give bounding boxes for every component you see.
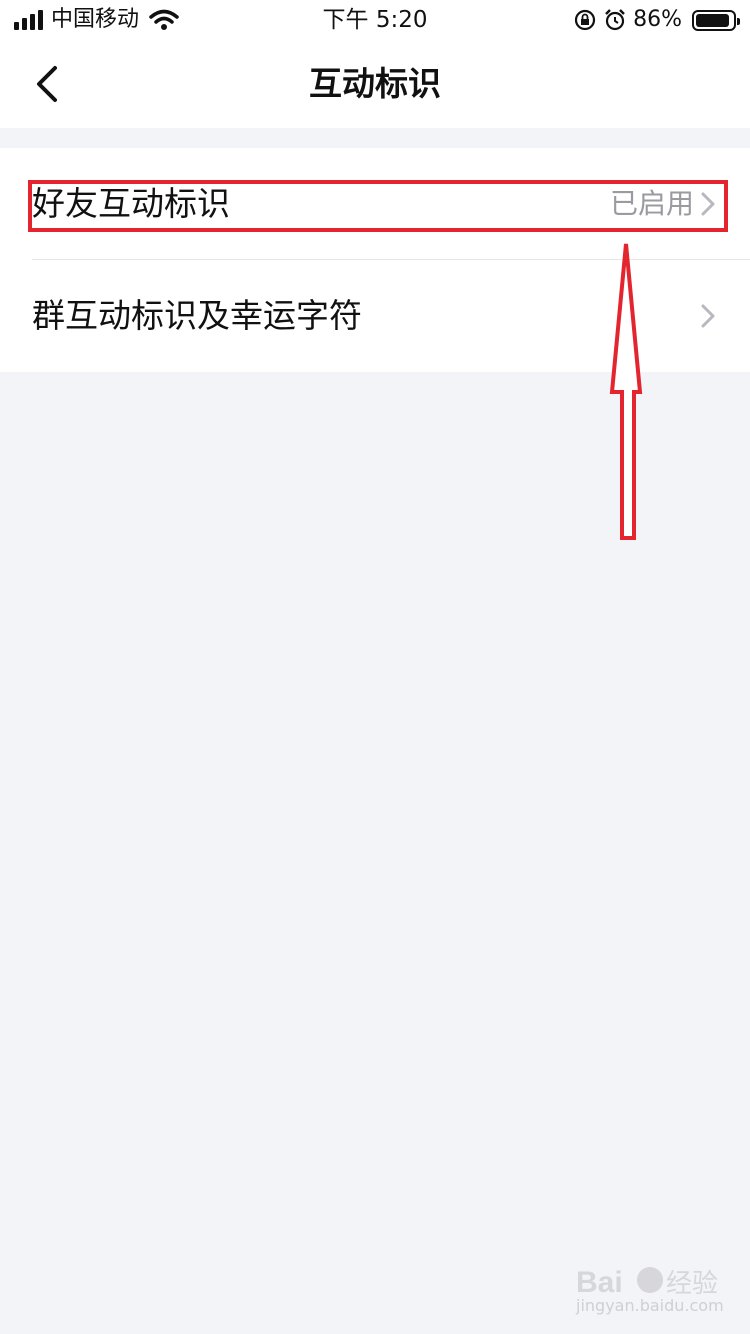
highlight-annotation: [28, 180, 728, 232]
watermark-url: jingyan.baidu.com: [576, 1296, 724, 1315]
page-title: 互动标识: [309, 64, 441, 103]
svg-text:经验: 经验: [666, 1269, 718, 1299]
list-item-label: 群互动标识及幸运字符: [32, 296, 362, 335]
chevron-right-icon: [701, 304, 715, 328]
battery-percent: 86%: [633, 7, 682, 32]
orientation-lock-icon: [574, 9, 596, 31]
status-right: 86%: [573, 7, 740, 33]
battery-icon: [692, 9, 740, 31]
svg-text:Bai: Bai: [576, 1266, 623, 1299]
alarm-icon: [605, 9, 625, 31]
arrow-up-annotation: [609, 243, 643, 540]
nav-bar: 互动标识: [0, 40, 750, 128]
status-bar: 中国移动 下午 5:20 86%: [0, 0, 750, 40]
